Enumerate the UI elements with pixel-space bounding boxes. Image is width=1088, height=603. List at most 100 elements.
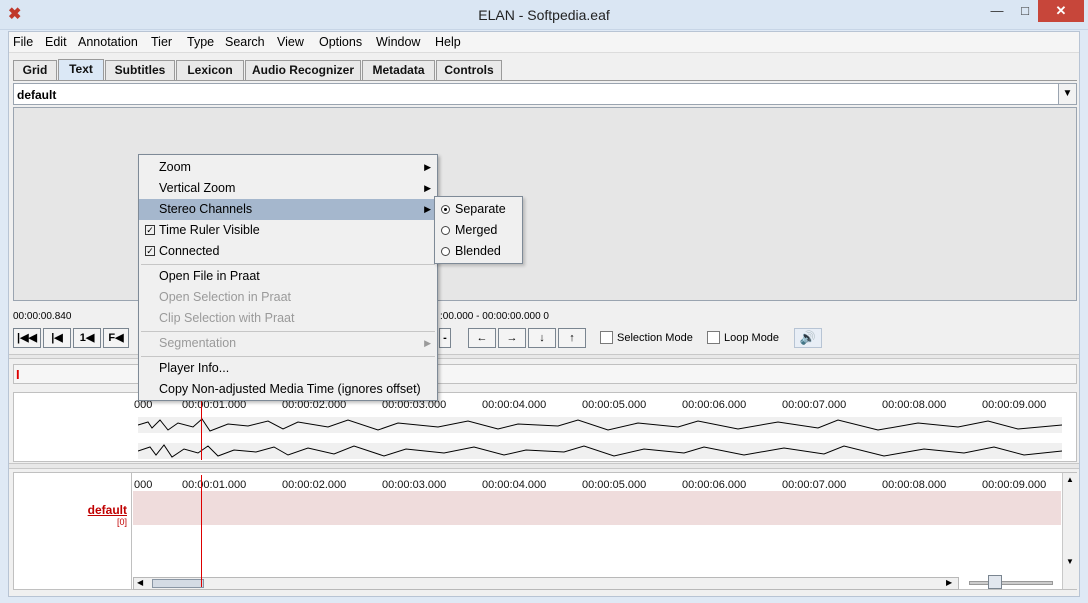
menu-edit[interactable]: Edit [45, 35, 67, 49]
checkbox-checked-icon: ✓ [145, 225, 155, 235]
ruler-tick: 00:00:05.000 [582, 479, 647, 491]
ruler-tick: 00:00:06.000 [682, 399, 747, 411]
ruler-tick: 00:00:05.000 [582, 399, 647, 411]
menu-item-time-ruler-visible[interactable]: ✓ Time Ruler Visible [139, 220, 437, 241]
waveform-context-menu: Zoom ▶ Vertical Zoom ▶ Stereo Channels ▶ ✓ T… [138, 154, 438, 401]
tab-audio-recognizer[interactable]: Audio Recognizer [245, 60, 361, 80]
loop-mode-checkbox[interactable] [707, 331, 720, 344]
maximize-button[interactable]: □ [1012, 0, 1038, 22]
ruler-tick: 00:00:08.000 [882, 399, 947, 411]
menu-options[interactable]: Options [319, 35, 362, 49]
go-to-begin-button[interactable]: |◀◀ [13, 328, 41, 348]
selection-mode-checkbox[interactable] [600, 331, 613, 344]
submenu-arrow-icon: ▶ [424, 162, 431, 172]
menu-search[interactable]: Search [225, 35, 265, 49]
ruler-tick: 00:00:03.000 [382, 479, 447, 491]
horizontal-scroll-thumb[interactable] [152, 579, 204, 588]
ruler-tick: 00:00:01.000 [182, 479, 247, 491]
menu-item-copy-non-adjusted-time[interactable]: Copy Non-adjusted Media Time (ignores of… [139, 379, 437, 400]
move-right-button[interactable]: → [498, 328, 526, 348]
crosshair-marker-icon: I [16, 367, 20, 382]
menu-type[interactable]: Type [187, 35, 214, 49]
tier-annotation-count: [0] [116, 517, 127, 527]
tier-row-default[interactable] [133, 491, 1061, 525]
menu-item-label: Open Selection in Praat [159, 290, 292, 304]
timeline-viewer[interactable]: default [0] 000 00:00:01.000 00:00:02.00… [13, 472, 1077, 590]
menu-item-connected[interactable]: ✓ Connected [139, 241, 437, 262]
menu-item-label: Stereo Channels [159, 202, 253, 216]
tab-text[interactable]: Text [58, 59, 104, 81]
scroll-up-icon[interactable]: ▲ [1066, 475, 1074, 484]
waveform-channel-2 [137, 443, 1063, 459]
menu-annotation[interactable]: Annotation [78, 35, 138, 49]
waveform-channel-1 [137, 417, 1063, 433]
ruler-tick: 00:00:02.000 [282, 479, 347, 491]
panel-splitter-bottom[interactable] [9, 463, 1079, 469]
title-bar: ✖ ELAN - Softpedia.eaf — □ ✕ [0, 0, 1088, 30]
loop-mode-label: Loop Mode [724, 332, 780, 344]
menu-item-zoom[interactable]: Zoom ▶ [139, 157, 437, 178]
radio-unselected-icon [441, 247, 450, 256]
menu-bar: File Edit Annotation Tier Type Search Vi… [9, 32, 1079, 53]
tab-subtitles[interactable]: Subtitles [105, 60, 175, 80]
chevron-down-icon[interactable]: ▼ [1058, 84, 1076, 104]
menu-tier[interactable]: Tier [151, 35, 172, 49]
waveform-channel-1-graphic [137, 418, 1063, 432]
playhead-crosshair-waveform [201, 395, 202, 460]
tier-select-value: default [17, 88, 57, 102]
volume-speaker-icon[interactable]: 🔊 [794, 328, 822, 348]
menu-item-label: Time Ruler Visible [159, 223, 260, 237]
checkbox-checked-icon: ✓ [145, 246, 155, 256]
menu-item-player-info[interactable]: Player Info... [139, 358, 437, 379]
ruler-tick: 000 [134, 479, 153, 491]
horizontal-scrollbar[interactable]: ◀ ▶ [133, 577, 959, 590]
ruler-tick: 00:00:07.000 [782, 399, 847, 411]
previous-second-button[interactable]: 1◀ [73, 328, 101, 348]
scroll-down-icon[interactable]: ▼ [1066, 557, 1074, 566]
submenu-arrow-icon: ▶ [424, 183, 431, 193]
ruler-tick: 00:00:07.000 [782, 479, 847, 491]
menu-item-label: Clip Selection with Praat [159, 311, 295, 325]
vertical-scrollbar[interactable]: ▲ ▼ [1062, 473, 1077, 589]
move-up-button[interactable]: ↑ [558, 328, 586, 348]
menu-item-open-file-in-praat[interactable]: Open File in Praat [139, 266, 437, 287]
tab-grid[interactable]: Grid [13, 60, 57, 80]
current-time-readout: 00:00:00.840 [13, 311, 72, 322]
menu-item-label: Segmentation [159, 336, 237, 350]
menu-item-label: Player Info... [159, 361, 230, 375]
window-title: ELAN - Softpedia.eaf [478, 7, 610, 23]
scroll-right-icon[interactable]: ▶ [946, 578, 952, 587]
tier-label-column: default [0] [14, 473, 132, 589]
tab-lexicon[interactable]: Lexicon [176, 60, 244, 80]
move-left-button[interactable]: ← [468, 328, 496, 348]
menu-view[interactable]: View [277, 35, 304, 49]
submenu-item-merged[interactable]: Merged [435, 220, 522, 241]
tier-name-label[interactable]: default [88, 503, 127, 517]
previous-frame-button[interactable]: |◀ [43, 328, 71, 348]
zoom-slider-track[interactable] [969, 581, 1053, 585]
tab-controls[interactable]: Controls [436, 60, 502, 80]
submenu-item-label: Merged [455, 223, 498, 237]
submenu-item-blended[interactable]: Blended [435, 241, 522, 262]
menu-item-stereo-channels[interactable]: Stereo Channels ▶ [139, 199, 437, 220]
tab-metadata[interactable]: Metadata [362, 60, 435, 80]
minimize-button[interactable]: — [984, 0, 1010, 22]
stereo-channels-submenu: Separate Merged Blended [434, 196, 523, 264]
selection-time-readout: :00.000 - 00:00:00.000 0 [440, 311, 549, 322]
menu-separator [141, 264, 435, 265]
close-button[interactable]: ✕ [1038, 0, 1084, 22]
menu-file[interactable]: File [13, 35, 33, 49]
move-down-button[interactable]: ↓ [528, 328, 556, 348]
selection-clear-button[interactable]: - [439, 328, 451, 348]
submenu-arrow-icon: ▶ [424, 204, 431, 214]
waveform-viewer[interactable]: 000 00:00:01.000 00:00:02.000 00:00:03.0… [13, 392, 1077, 462]
menu-item-vertical-zoom[interactable]: Vertical Zoom ▶ [139, 178, 437, 199]
menu-help[interactable]: Help [435, 35, 461, 49]
previous-frame-f-button[interactable]: F◀ [103, 328, 129, 348]
menu-item-open-selection-in-praat: Open Selection in Praat [139, 287, 437, 308]
tier-select-dropdown[interactable]: default ▼ [13, 83, 1077, 105]
scroll-left-icon[interactable]: ◀ [137, 578, 143, 587]
submenu-item-separate[interactable]: Separate [435, 199, 522, 220]
zoom-slider-thumb[interactable] [988, 575, 1002, 589]
menu-window[interactable]: Window [376, 35, 420, 49]
